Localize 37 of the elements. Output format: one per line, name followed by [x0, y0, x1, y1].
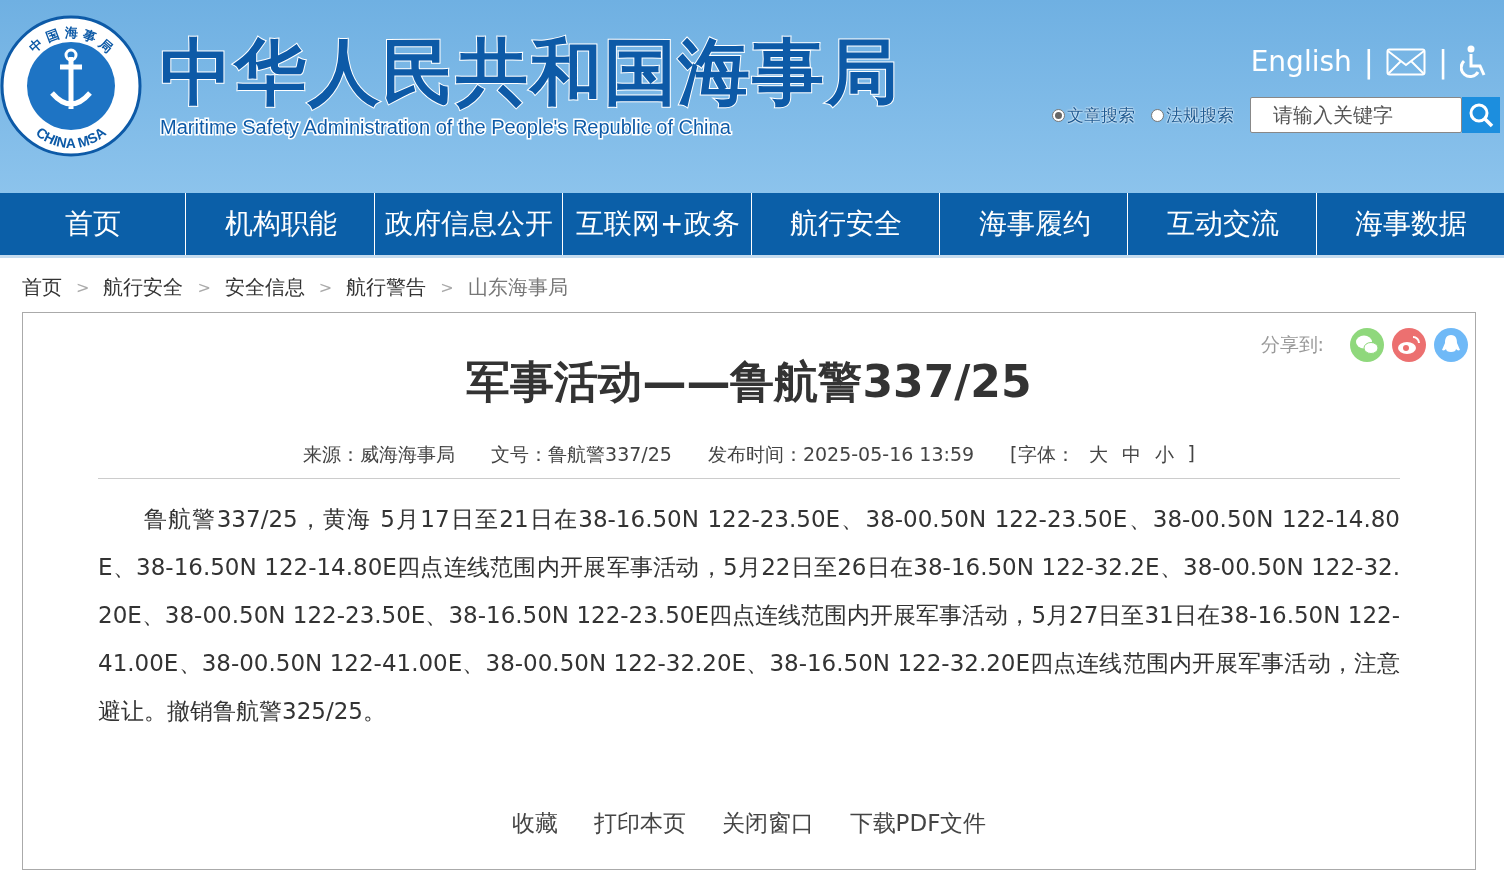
- search-icon: [1468, 102, 1494, 128]
- font-size-link[interactable]: 中: [1121, 442, 1141, 468]
- divider-text: |: [1437, 44, 1448, 79]
- breadcrumb-separator: >: [318, 277, 333, 297]
- breadcrumb-separator: >: [76, 277, 90, 297]
- emblem-logo: 中 国 海 事 局 CHINA MSA: [0, 15, 142, 157]
- search-button[interactable]: [1462, 97, 1500, 133]
- action-link[interactable]: 关闭窗口: [721, 808, 814, 839]
- action-link[interactable]: 收藏: [511, 808, 558, 839]
- article-title: 军事活动——鲁航警337/25: [465, 355, 1033, 409]
- penguin-icon[interactable]: [1434, 328, 1468, 362]
- share-label: 分享到:: [1260, 332, 1324, 357]
- bracket-text: ]: [1187, 442, 1195, 466]
- chat-bubbles-icon[interactable]: [1350, 328, 1384, 362]
- meta-text: 文号：鲁航警337/25: [491, 442, 672, 467]
- breadcrumb-link[interactable]: 首页: [22, 273, 62, 301]
- divider-text: |: [1363, 44, 1374, 79]
- font-size-label: [字体：: [1010, 442, 1075, 467]
- mail-icon[interactable]: [1385, 47, 1426, 76]
- breadcrumb-separator: >: [440, 277, 454, 297]
- action-link[interactable]: 下载PDF文件: [849, 808, 987, 839]
- wheelchair-icon[interactable]: [1460, 44, 1488, 79]
- site-title: 中华人民共和国海事局: [160, 30, 900, 114]
- font-size-link[interactable]: 大: [1088, 442, 1108, 468]
- breadcrumb-separator: >: [197, 277, 211, 297]
- action-link[interactable]: 打印本页: [593, 808, 686, 839]
- breadcrumb-link[interactable]: 航行安全: [103, 273, 184, 301]
- breadcrumb-link[interactable]: 航行警告: [346, 273, 427, 301]
- breadcrumb-current: 山东海事局: [467, 273, 568, 301]
- meta-text: 发布时间：2025-05-16 13:59: [707, 442, 975, 467]
- search-field[interactable]: 请输入关键字: [1250, 97, 1462, 133]
- font-size-link[interactable]: 小: [1154, 442, 1174, 468]
- weibo-icon[interactable]: [1392, 328, 1426, 362]
- article-body: 鲁航警337/25，黄海 5月17日至21日在38-16.50N 122-23.50E、38-00.50N 122-23.50E、38-00.50N 122-14.80E、38-16.50N 122-14.80E四点连线范围内开展军事活动，5月22日至26日在38-16.50N 122-32.2E、38-00.50N 122-32.20E、38-00.50N 122-23.50E、38-16.50N 122-23.50E四点连线范围内开展军事活动，5月27日至31日在38-16.50N 122-41.00E、38-00.50N 122-41.00E、38-00.50N 122-32.20E、38-16.50N 122-32.20E四点连线范围内开展军事活动，注意避让。撤销鲁航警325/25。: [98, 505, 1400, 726]
- breadcrumb-link[interactable]: 安全信息: [224, 273, 305, 301]
- meta-text: 来源：威海海事局: [303, 442, 456, 467]
- site-subtitle: Maritime Safety Administration of the People's Republic of China: [160, 116, 732, 139]
